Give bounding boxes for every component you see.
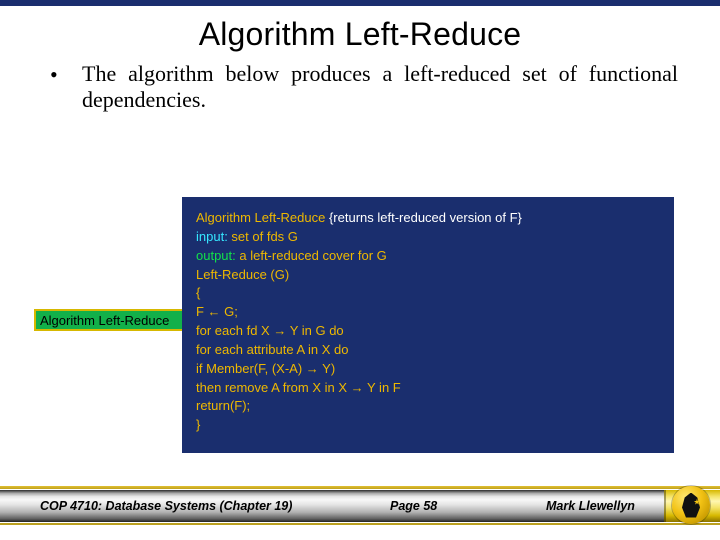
code-comment: {returns left-reduced version of F} [325, 210, 522, 225]
bullet-text: The algorithm below produces a left-redu… [82, 61, 684, 114]
footer-trim-bottom [0, 523, 720, 525]
logo-star-icon: ★ [693, 497, 700, 506]
code-line-1: Algorithm Left-Reduce {returns left-redu… [196, 209, 660, 228]
code-line-11: return(F); [196, 397, 660, 416]
slide-container: Algorithm Left-Reduce • The algorithm be… [0, 0, 720, 540]
footer-course: COP 4710: Database Systems (Chapter 19) [40, 499, 292, 513]
code-head: Algorithm Left-Reduce [196, 210, 325, 225]
code-line-12: } [196, 416, 660, 435]
code-line-5: { [196, 284, 660, 303]
footer-author: Mark Llewellyn [546, 499, 635, 513]
algorithm-label-box: Algorithm Left-Reduce [34, 309, 202, 331]
bullet-item: • The algorithm below produces a left-re… [50, 61, 684, 114]
code-line-8: for each attribute A in X do [196, 341, 660, 360]
footer: COP 4710: Database Systems (Chapter 19) … [0, 490, 720, 540]
code-keyword-input: input: [196, 229, 228, 244]
algorithm-label-text: Algorithm Left-Reduce [40, 313, 169, 328]
footer-text-row: COP 4710: Database Systems (Chapter 19) … [0, 490, 664, 522]
code-line-10: then remove A from X in X → Y in F [196, 379, 660, 398]
footer-trim-top [0, 486, 720, 489]
code-line-7: for each fd X → Y in G do [196, 322, 660, 341]
bullet-marker: • [50, 61, 82, 89]
footer-page: Page 58 [390, 499, 437, 513]
algorithm-code-box: Algorithm Left-Reduce {returns left-redu… [182, 197, 674, 453]
code-text: set of fds G [228, 229, 298, 244]
slide-body: • The algorithm below produces a left-re… [0, 61, 720, 490]
code-text: a left-reduced cover for G [236, 248, 387, 263]
ucf-logo: ★ [672, 486, 710, 524]
code-line-3: output: a left-reduced cover for G [196, 247, 660, 266]
code-line-2: input: set of fds G [196, 228, 660, 247]
code-line-4: Left-Reduce (G) [196, 266, 660, 285]
code-keyword-output: output: [196, 248, 236, 263]
code-line-6: F ← G; [196, 303, 660, 322]
code-line-9: if Member(F, (X-A) → Y) [196, 360, 660, 379]
logo-shield-icon: ★ [682, 493, 700, 518]
slide-title: Algorithm Left-Reduce [0, 6, 720, 61]
